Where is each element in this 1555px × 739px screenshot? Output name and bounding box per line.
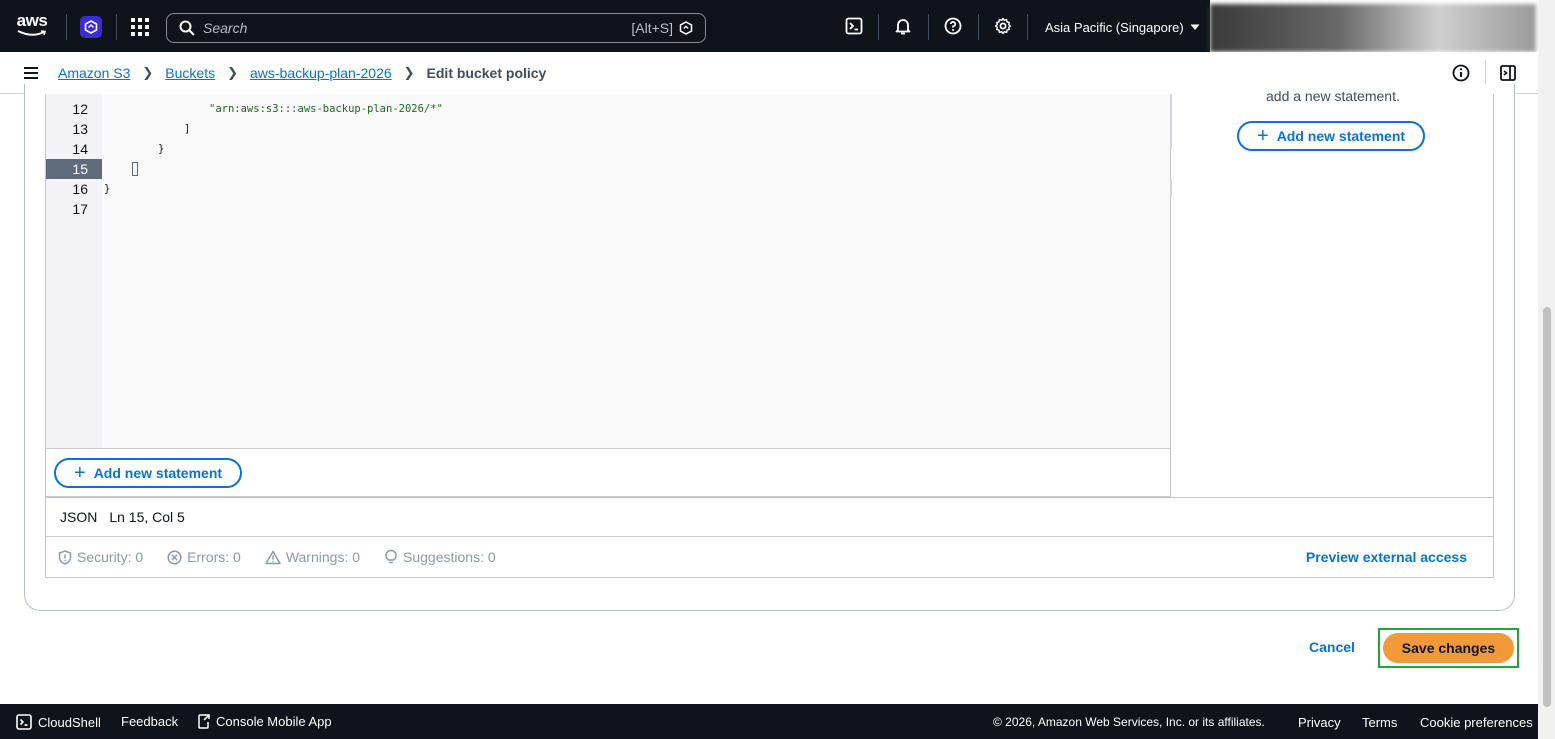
plus-icon: + (74, 462, 86, 484)
main-content: 12 13 14 15 16 17 "arn:aws:s3:::aws-back… (0, 84, 1538, 704)
breadcrumb-bucket-name[interactable]: aws-backup-plan-2026 (250, 65, 392, 81)
suggestions-count[interactable]: Suggestions: 0 (384, 549, 496, 565)
footer-cloudshell-label: CloudShell (38, 714, 101, 730)
info-icon[interactable] (1452, 64, 1470, 82)
nav-divider (116, 14, 117, 40)
editor-status-bar: JSON Ln 15, Col 5 (45, 497, 1494, 537)
footer-mobile-app-label: Console Mobile App (216, 714, 332, 729)
search-shortcut-hint: [Alt+S] (631, 20, 673, 36)
security-count[interactable]: Security: 0 (58, 549, 143, 565)
add-new-statement-button[interactable]: + Add new statement (54, 458, 243, 488)
footer-copyright: © 2026, Amazon Web Services, Inc. or its… (993, 715, 1265, 729)
preview-external-access-link[interactable]: Preview external access (1306, 549, 1467, 565)
region-selector[interactable]: Asia Pacific (Singapore) (1045, 20, 1200, 35)
nav-divider (928, 14, 929, 40)
aws-logo-text: aws (16, 11, 48, 30)
line-number: 12 (72, 101, 88, 117)
cancel-button[interactable]: Cancel (1309, 639, 1355, 655)
warnings-label: Warnings: 0 (285, 549, 361, 565)
search-input[interactable] (195, 20, 632, 36)
chevron-right-icon: ❯ (403, 65, 415, 80)
breadcrumb-buckets[interactable]: Buckets (165, 65, 215, 81)
smile-icon (17, 30, 47, 36)
nav-divider (978, 14, 979, 40)
warning-triangle-icon (265, 550, 281, 564)
save-button-highlight: Save changes (1378, 628, 1519, 668)
editor-footer: + Add new statement (45, 448, 1171, 497)
aws-logo[interactable]: aws (14, 12, 50, 40)
statement-side-panel: add a new statement. + Add new statement (1172, 88, 1494, 497)
redacted-account-area (1210, 4, 1536, 52)
side-panel-text: add a new statement. (1266, 88, 1400, 104)
top-navigation: aws [Alt+S] Asia Pacific (Singapore) (0, 0, 1210, 52)
console-footer: CloudShell Feedback Console Mobile App ©… (0, 704, 1538, 739)
line-number-active: 15 (46, 159, 102, 179)
breadcrumb-current: Edit bucket policy (426, 65, 547, 81)
footer-terms-link[interactable]: Terms (1362, 715, 1397, 730)
security-label: Security: 0 (77, 549, 144, 565)
error-circle-icon (167, 549, 182, 565)
lightbulb-icon (385, 549, 397, 564)
search-icon (179, 20, 195, 36)
footer-cloudshell[interactable]: CloudShell (16, 714, 101, 730)
cloudshell-icon[interactable] (845, 17, 863, 35)
page-scrollbar[interactable] (1538, 0, 1555, 739)
services-grid-icon[interactable] (131, 18, 149, 36)
footer-feedback-label: Feedback (121, 714, 179, 729)
button-label: Add new statement (1276, 128, 1406, 144)
nav-divider (1027, 14, 1028, 40)
scrollbar-thumb[interactable] (1543, 307, 1551, 707)
language-label: JSON (60, 509, 98, 525)
cursor-position: Ln 15, Col 5 (109, 509, 185, 525)
code-line: } (104, 183, 111, 195)
q-hex-icon (679, 21, 693, 35)
warnings-count[interactable]: Warnings: 0 (265, 549, 360, 565)
mobile-app-icon (198, 714, 210, 729)
nav-divider (66, 14, 67, 40)
errors-count[interactable]: Errors: 0 (167, 549, 241, 565)
code-line-active (104, 159, 138, 179)
line-number: 16 (72, 181, 88, 197)
policy-code-editor[interactable]: 12 13 14 15 16 17 "arn:aws:s3:::aws-back… (45, 94, 1171, 449)
nav-divider (878, 14, 879, 40)
footer-privacy-link[interactable]: Privacy (1298, 715, 1341, 730)
line-number: 13 (72, 121, 88, 137)
line-number: 17 (72, 201, 88, 217)
help-icon[interactable] (944, 17, 962, 35)
breadcrumb-amazon-s3[interactable]: Amazon S3 (58, 65, 130, 81)
footer-cookie-preferences-link[interactable]: Cookie preferences (1420, 715, 1533, 730)
button-label: Add new statement (93, 465, 223, 481)
validation-summary: Security: 0 Errors: 0 Warnings: 0 Sugges… (45, 537, 1494, 578)
suggestions-label: Suggestions: 0 (403, 549, 496, 565)
code-line: } (158, 143, 165, 155)
breadcrumb: Amazon S3 ❯ Buckets ❯ aws-backup-plan-20… (58, 65, 546, 81)
code-line: "arn:aws:s3:::aws-backup-plan-2026/*" (209, 103, 443, 115)
cloudshell-icon (16, 714, 32, 730)
code-line: ] (184, 123, 191, 135)
side-panel-icon[interactable] (1499, 64, 1517, 82)
save-changes-button[interactable]: Save changes (1383, 633, 1514, 663)
settings-gear-icon[interactable] (994, 17, 1012, 35)
bar-divider (1485, 60, 1486, 86)
plus-icon: + (1257, 125, 1269, 147)
chevron-right-icon: ❯ (142, 65, 154, 80)
region-label: Asia Pacific (Singapore) (1045, 20, 1184, 35)
search-bar[interactable]: [Alt+S] (166, 13, 706, 43)
text-cursor (132, 162, 138, 176)
caret-down-icon (1190, 24, 1200, 30)
footer-mobile-app[interactable]: Console Mobile App (198, 714, 332, 729)
menu-hamburger-icon[interactable] (24, 67, 38, 79)
service-hex-icon[interactable] (80, 16, 102, 38)
side-add-new-statement-button[interactable]: + Add new statement (1237, 121, 1426, 151)
errors-label: Errors: 0 (187, 549, 241, 565)
shield-icon (58, 549, 72, 565)
line-number: 14 (72, 141, 88, 157)
footer-feedback[interactable]: Feedback (121, 714, 178, 729)
chevron-right-icon: ❯ (227, 65, 238, 80)
bell-icon[interactable] (894, 17, 912, 35)
